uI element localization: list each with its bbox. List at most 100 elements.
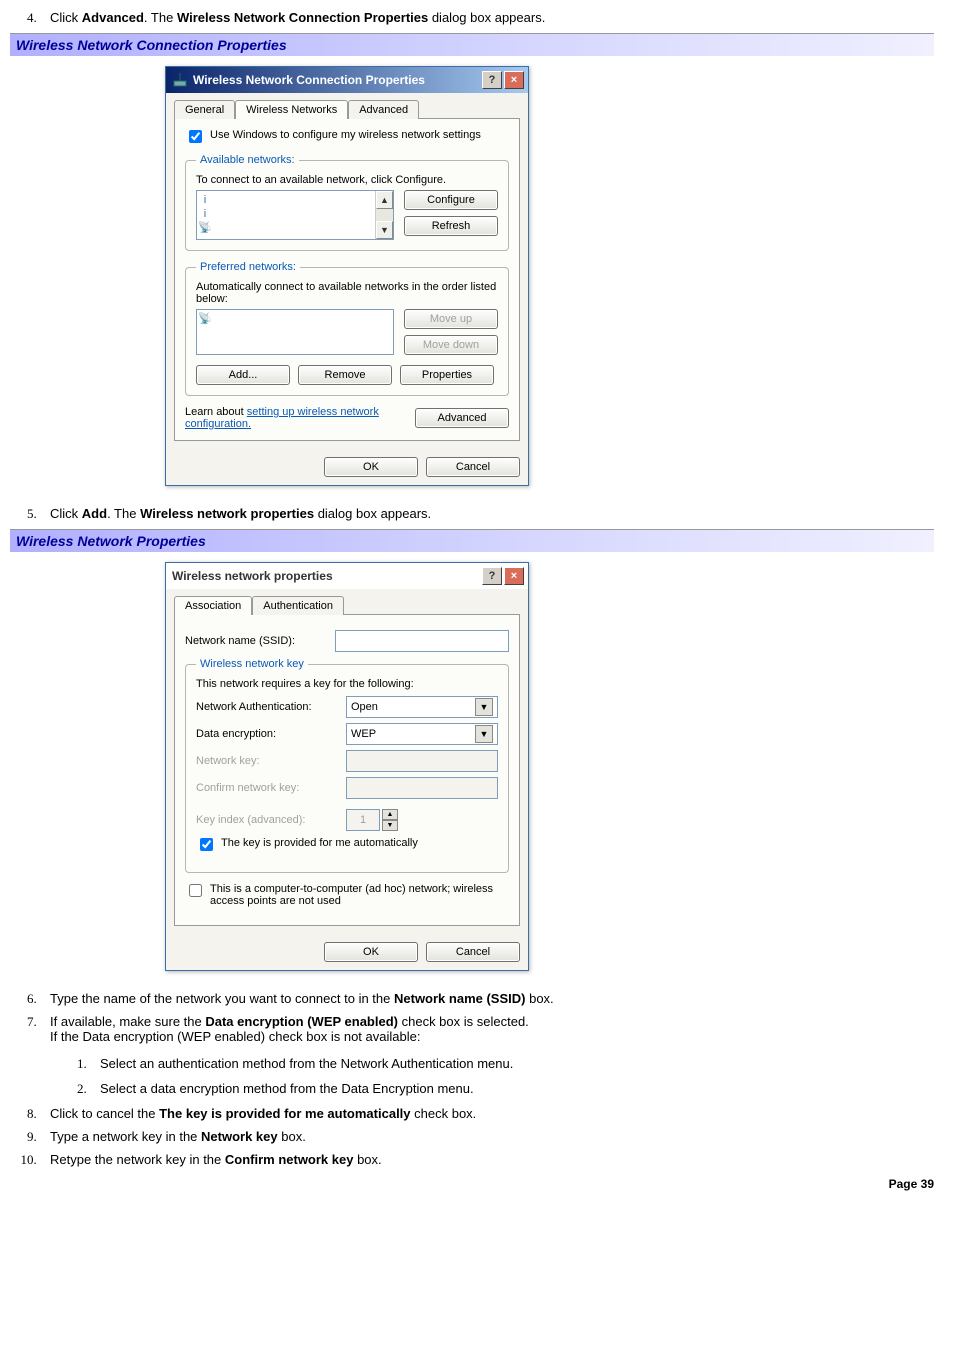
move-down-button[interactable]: Move down (404, 335, 498, 355)
ssid-label: Network name (SSID): (185, 635, 335, 647)
dataenc-combo[interactable]: WEP ▼ (346, 723, 498, 745)
text: . The (144, 10, 177, 25)
text-bold: Add (82, 506, 107, 521)
use-windows-checkbox[interactable] (189, 130, 202, 143)
tab-advanced[interactable]: Advanced (348, 100, 419, 119)
text: box. (278, 1129, 306, 1144)
tabstrip: General Wireless Networks Advanced (166, 93, 528, 118)
tab-association[interactable]: Association (174, 596, 252, 615)
dialog-title: Wireless Network Connection Properties (193, 73, 480, 87)
ok-button[interactable]: OK (324, 457, 418, 477)
step-10: Retype the network key in the Confirm ne… (40, 1152, 934, 1167)
help-button[interactable]: ? (482, 71, 502, 89)
scroll-down[interactable]: ▼ (376, 221, 393, 239)
text-bold: Wireless Network Connection Properties (177, 10, 428, 25)
ssid-input[interactable] (335, 630, 509, 652)
wireless-key-text: This network requires a key for the foll… (196, 678, 498, 690)
info-icon: i (199, 207, 211, 221)
properties-button[interactable]: Properties (400, 365, 494, 385)
refresh-button[interactable]: Refresh (404, 216, 498, 236)
scroll-track[interactable] (376, 209, 393, 221)
step-8: Click to cancel the The key is provided … (40, 1106, 934, 1121)
text: Retype the network key in the (50, 1152, 225, 1167)
available-networks-text: To connect to an available network, clic… (196, 174, 498, 186)
window-icon (172, 72, 188, 88)
tab-wireless-networks[interactable]: Wireless Networks (235, 100, 348, 119)
step-4: Click Advanced. The Wireless Network Con… (40, 10, 934, 25)
text: check box. (411, 1106, 477, 1121)
text: box. (525, 991, 553, 1006)
page-number: Page 39 (10, 1177, 934, 1191)
confirm-key-input (346, 777, 498, 799)
text-bold: Confirm network key (225, 1152, 354, 1167)
chevron-down-icon: ▼ (475, 725, 493, 743)
preferred-networks-group: Preferred networks: Automatically connec… (185, 261, 509, 396)
confirm-key-label: Confirm network key: (196, 782, 346, 794)
list-item[interactable]: 📡 (199, 312, 391, 325)
netauth-combo[interactable]: Open ▼ (346, 696, 498, 718)
advanced-button[interactable]: Advanced (415, 408, 509, 428)
step-6: Type the name of the network you want to… (40, 991, 934, 1006)
netauth-label: Network Authentication: (196, 701, 346, 713)
keyindex-spinner: ▲ ▼ (346, 809, 398, 831)
wireless-key-group: Wireless network key This network requir… (185, 658, 509, 873)
available-networks-group: Available networks: To connect to an ava… (185, 154, 509, 251)
dialog-connection-properties: Wireless Network Connection Properties ?… (165, 66, 529, 486)
tabstrip: Association Authentication (166, 589, 528, 614)
text: check box is selected. (398, 1014, 529, 1029)
tab-general[interactable]: General (174, 100, 235, 119)
adhoc-checkbox[interactable] (189, 884, 202, 897)
move-up-button[interactable]: Move up (404, 309, 498, 329)
scrollbar[interactable]: ▲ ▼ (375, 191, 393, 239)
text-bold: Advanced (82, 10, 144, 25)
text: dialog box appears. (428, 10, 545, 25)
ok-button[interactable]: OK (324, 942, 418, 962)
add-button[interactable]: Add... (196, 365, 290, 385)
available-networks-legend: Available networks: (196, 154, 299, 166)
spin-up: ▲ (382, 809, 398, 820)
section-heading-1: Wireless Network Connection Properties (10, 33, 934, 56)
list-item[interactable]: i (199, 207, 373, 221)
available-networks-list[interactable]: i i 📡 ▲ ▼ (196, 190, 394, 240)
chevron-down-icon: ▼ (475, 698, 493, 716)
list-item[interactable]: 📡 (199, 221, 373, 235)
tab-panel: Use Windows to configure my wireless net… (174, 118, 520, 441)
text: Click (50, 506, 82, 521)
text: Click (50, 10, 82, 25)
close-button[interactable]: × (504, 71, 524, 89)
text-bold: Data encryption (WEP enabled) (205, 1014, 398, 1029)
adhoc-label: This is a computer-to-computer (ad hoc) … (210, 883, 509, 907)
cancel-button[interactable]: Cancel (426, 457, 520, 477)
keyindex-input (346, 809, 380, 831)
wireless-key-legend: Wireless network key (196, 658, 308, 670)
tab-authentication[interactable]: Authentication (252, 596, 344, 615)
configure-button[interactable]: Configure (404, 190, 498, 210)
text: box. (353, 1152, 381, 1167)
text: Type a network key in the (50, 1129, 201, 1144)
step-7: If available, make sure the Data encrypt… (40, 1014, 934, 1096)
text: dialog box appears. (314, 506, 431, 521)
cancel-button[interactable]: Cancel (426, 942, 520, 962)
titlebar: Wireless network properties ? × (166, 563, 528, 589)
antenna-icon: 📡 (199, 312, 211, 325)
preferred-networks-text: Automatically connect to available netwo… (196, 281, 498, 305)
keyindex-label: Key index (advanced): (196, 814, 346, 826)
preferred-networks-legend: Preferred networks: (196, 261, 300, 273)
netkey-input (346, 750, 498, 772)
tab-panel: Network name (SSID): Wireless network ke… (174, 614, 520, 926)
antenna-icon: 📡 (199, 221, 211, 235)
help-button[interactable]: ? (482, 567, 502, 585)
step-9: Type a network key in the Network key bo… (40, 1129, 934, 1144)
text-bold: Wireless network properties (140, 506, 314, 521)
autokey-checkbox[interactable] (200, 838, 213, 851)
scroll-up[interactable]: ▲ (376, 191, 393, 209)
dataenc-value: WEP (351, 728, 376, 740)
close-button[interactable]: × (504, 567, 524, 585)
step-5: Click Add. The Wireless network properti… (40, 506, 934, 521)
text-bold: Network name (SSID) (394, 991, 525, 1006)
step-7a: Select an authentication method from the… (90, 1056, 934, 1071)
preferred-networks-list[interactable]: 📡 (196, 309, 394, 355)
remove-button[interactable]: Remove (298, 365, 392, 385)
text-bold: The key is provided for me automatically (159, 1106, 410, 1121)
list-item[interactable]: i (199, 193, 373, 207)
